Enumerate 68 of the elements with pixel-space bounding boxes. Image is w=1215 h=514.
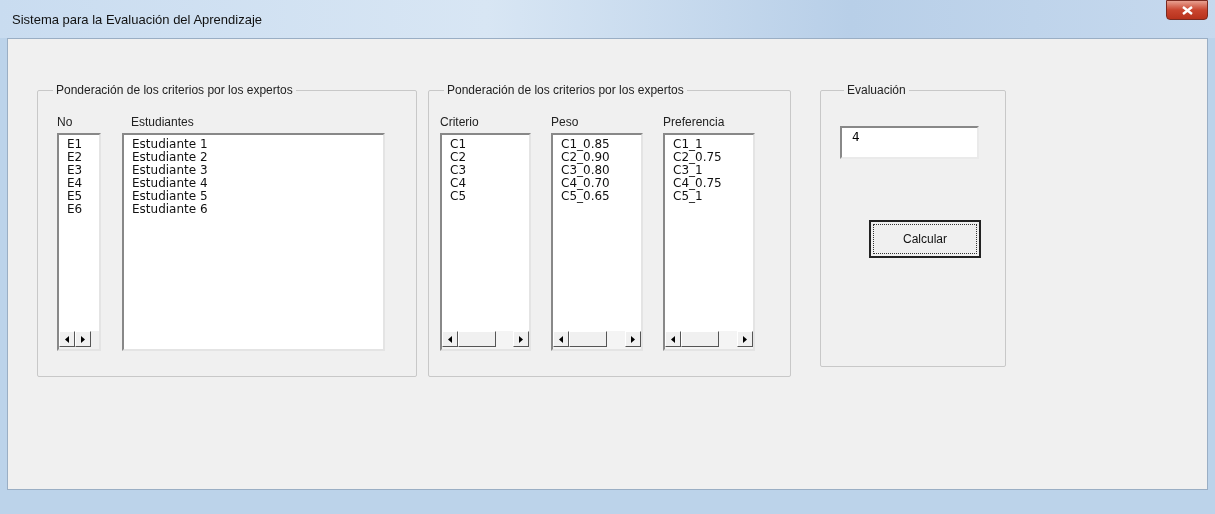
scrollbar-thumb[interactable] [681, 331, 719, 347]
list-box[interactable]: E1 E2 E3 E4 E5 E6 [57, 133, 101, 351]
list-item[interactable]: Estudiante 1 [132, 138, 383, 151]
list-box[interactable]: C1 C2 C3 C4 C5 [440, 133, 531, 351]
list-item[interactable]: Estudiante 2 [132, 151, 383, 164]
list-item[interactable]: C1 [450, 138, 529, 151]
list-box[interactable]: C1_0.85 C2_0.90 C3_0.80 C4_0.70 C5_0.65 [551, 133, 643, 351]
scrollbar[interactable] [442, 331, 529, 349]
right-arrow-icon [81, 335, 85, 343]
left-arrow-icon [448, 335, 452, 343]
list-item[interactable]: C1_0.85 [561, 138, 641, 151]
list-item[interactable]: E3 [67, 164, 99, 177]
scroll-left-button[interactable] [59, 331, 75, 347]
list-item[interactable]: E5 [67, 190, 99, 203]
left-arrow-icon [65, 335, 69, 343]
list-item[interactable]: E2 [67, 151, 99, 164]
list-item[interactable]: Estudiante 5 [132, 190, 383, 203]
column-heading: Criterio [440, 114, 480, 131]
result-field[interactable]: 4 [840, 125, 979, 159]
list-item[interactable]: C3_0.80 [561, 164, 641, 177]
list-box[interactable]: C1_1 C2_0.75 C3_1 C4_0.75 C5_1 [663, 133, 755, 351]
list-item[interactable]: E6 [67, 203, 99, 216]
scroll-right-button[interactable] [513, 331, 529, 347]
list-item[interactable]: C3 [450, 164, 529, 177]
scrollbar[interactable] [553, 331, 641, 349]
scroll-left-button[interactable] [553, 331, 569, 347]
right-arrow-icon [631, 335, 635, 343]
scrollbar-thumb[interactable] [458, 331, 496, 347]
list-item[interactable]: Estudiante 6 [132, 203, 383, 216]
scrollbar-thumb[interactable] [569, 331, 607, 347]
list-item[interactable]: E4 [67, 177, 99, 190]
scroll-right-button[interactable] [75, 331, 91, 347]
scrollbar[interactable] [59, 331, 99, 349]
calculate-button[interactable]: Calcular [869, 219, 981, 258]
column-heading: Estudiantes [130, 114, 195, 131]
close-button[interactable] [1166, 0, 1208, 20]
list-item[interactable]: C5_1 [673, 190, 753, 203]
right-arrow-icon [519, 335, 523, 343]
group-title: Ponderación de los criterios por los expertos [55, 82, 294, 99]
list-item[interactable]: C4_0.75 [673, 177, 753, 190]
right-arrow-icon [743, 335, 747, 343]
list-item[interactable]: C2_0.75 [673, 151, 753, 164]
scroll-left-button[interactable] [665, 331, 681, 347]
column-heading: No [57, 114, 74, 131]
close-icon [1181, 5, 1193, 15]
list-item[interactable]: C1_1 [673, 138, 753, 151]
left-arrow-icon [559, 335, 563, 343]
list-item[interactable]: C4 [450, 177, 529, 190]
list-item[interactable]: C3_1 [673, 164, 753, 177]
list-box[interactable]: Estudiante 1 Estudiante 2 Estudiante 3 Estudiante 4 Estudiante 5 Estudiante 6 [122, 133, 385, 351]
group-title: Evaluación [846, 82, 907, 99]
column-heading: Peso [551, 114, 580, 131]
window-title: Sistema para la Evaluación del Aprendizaje [12, 11, 263, 29]
scrollbar[interactable] [665, 331, 753, 349]
group-title: Ponderación de los criterios por los expertos [446, 82, 685, 99]
list-item[interactable]: Estudiante 4 [132, 177, 383, 190]
list-item[interactable]: Estudiante 3 [132, 164, 383, 177]
list-item[interactable]: C2 [450, 151, 529, 164]
list-item[interactable]: C5 [450, 190, 529, 203]
list-item[interactable]: C2_0.90 [561, 151, 641, 164]
scroll-right-button[interactable] [625, 331, 641, 347]
column-heading: Preferencia [663, 114, 726, 131]
scroll-left-button[interactable] [442, 331, 458, 347]
list-item[interactable]: E1 [67, 138, 99, 151]
list-item[interactable]: C4_0.70 [561, 177, 641, 190]
list-item[interactable]: C5_0.65 [561, 190, 641, 203]
left-arrow-icon [671, 335, 675, 343]
scroll-right-button[interactable] [737, 331, 753, 347]
